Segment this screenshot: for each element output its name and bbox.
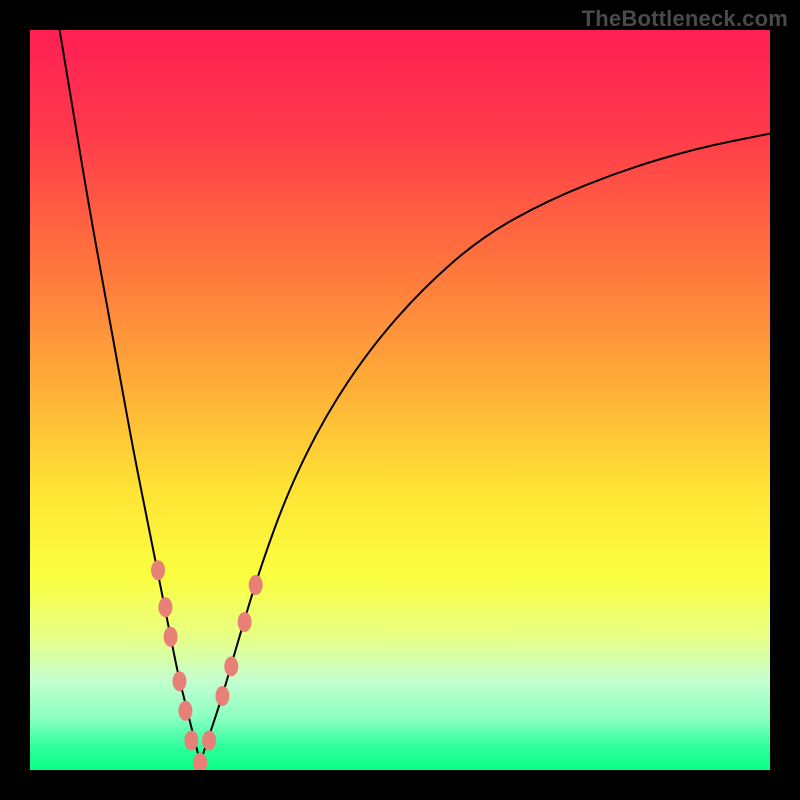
curve-left-branch <box>60 30 201 763</box>
marker-point <box>224 656 238 676</box>
watermark-label: TheBottleneck.com <box>582 6 788 32</box>
marker-point <box>151 560 165 580</box>
marker-point <box>215 686 229 706</box>
marker-point <box>193 753 207 770</box>
curve-right-branch <box>200 134 770 763</box>
marker-point <box>178 701 192 721</box>
marker-point <box>238 612 252 632</box>
marker-point <box>249 575 263 595</box>
plot-area <box>30 30 770 770</box>
curve-layer <box>30 30 770 770</box>
marker-point <box>172 671 186 691</box>
curves-group <box>60 30 770 763</box>
marker-point <box>158 597 172 617</box>
marker-point <box>164 627 178 647</box>
markers-group <box>151 560 263 770</box>
marker-point <box>184 730 198 750</box>
chart-frame: TheBottleneck.com <box>0 0 800 800</box>
marker-point <box>202 730 216 750</box>
